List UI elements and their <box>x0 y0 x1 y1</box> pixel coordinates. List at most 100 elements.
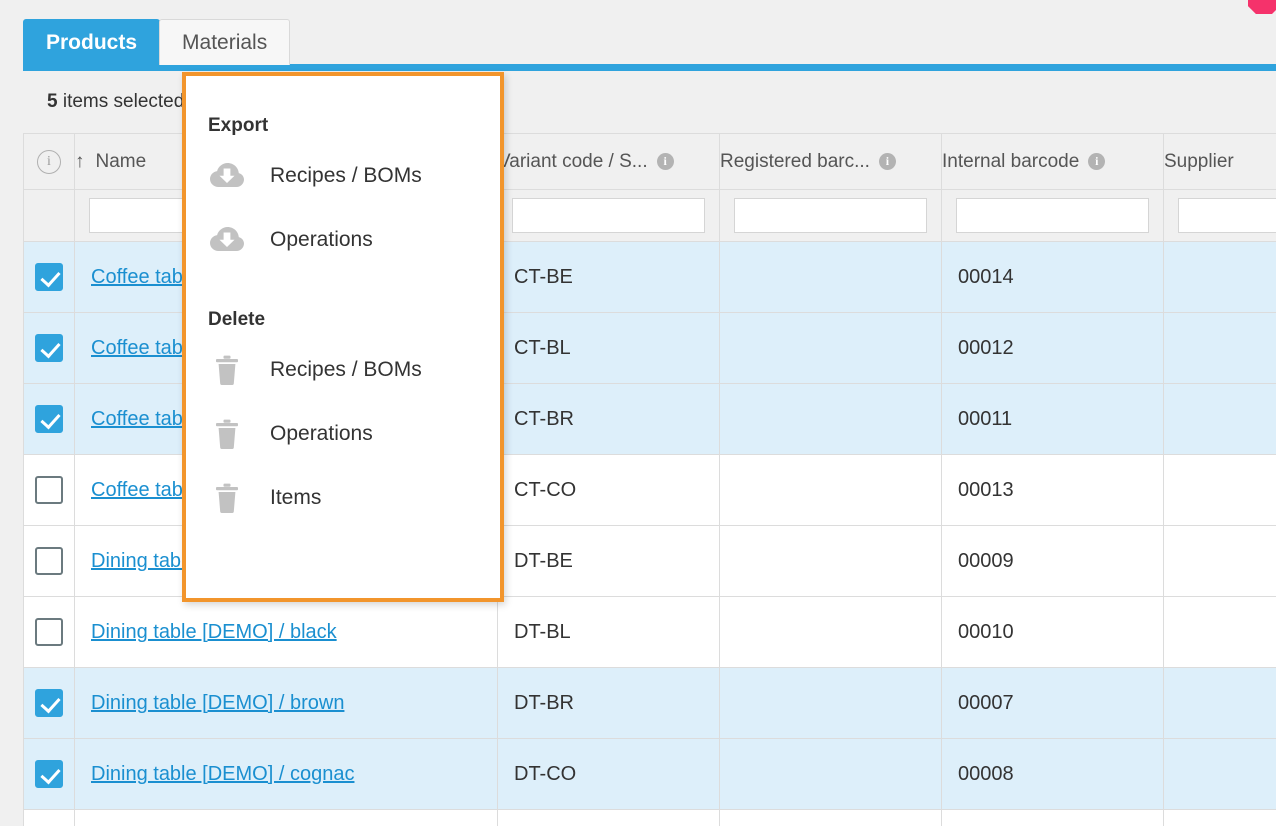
cell-supplier <box>1163 738 1276 810</box>
info-circle-icon: i <box>37 150 61 174</box>
bulk-actions-menu[interactable]: Export Recipes / BOMs Operations Delete <box>182 72 504 602</box>
cell-supplier <box>1163 667 1276 739</box>
column-header-supplier[interactable]: Supplier <box>1163 133 1276 190</box>
row-select-cell[interactable] <box>23 241 75 313</box>
column-header-registered-barcode[interactable]: Registered barc... i <box>719 133 942 190</box>
menu-item-export-operations[interactable]: Operations <box>186 208 500 272</box>
filter-cell-internal-barcode <box>941 189 1164 242</box>
menu-section-gap <box>186 272 500 302</box>
menu-item-delete-items[interactable]: Items <box>186 466 500 530</box>
column-header-internal-barcode-label: Internal barcode <box>942 150 1080 172</box>
row-select-cell[interactable] <box>23 667 75 739</box>
cell-supplier <box>1163 383 1276 455</box>
info-icon[interactable]: i <box>656 153 674 170</box>
row-select-cell[interactable] <box>23 809 75 826</box>
corner-ribbon <box>1248 0 1276 14</box>
trash-icon <box>208 417 246 451</box>
cell-registered-barcode <box>719 667 942 739</box>
cell-internal-barcode: 00012 <box>941 312 1164 384</box>
cell-variant-code: CT-BL <box>497 312 720 384</box>
menu-item-label: Items <box>270 486 322 509</box>
tab-products[interactable]: Products <box>23 19 161 65</box>
row-checkbox[interactable] <box>35 547 63 575</box>
cell-registered-barcode <box>719 809 942 826</box>
cell-variant-code: CT-BR <box>497 383 720 455</box>
menu-item-delete-recipes-boms[interactable]: Recipes / BOMs <box>186 338 500 402</box>
column-header-supplier-label: Supplier <box>1164 150 1234 172</box>
cell-internal-barcode: 00014 <box>941 241 1164 313</box>
filter-input-supplier[interactable] <box>1178 198 1276 233</box>
selected-label: items selected <box>57 91 185 112</box>
table-row[interactable]: Dining table [DEMO] / black DT-BL 00010 <box>23 596 1276 668</box>
selection-summary: 5 items selected <box>47 91 184 113</box>
column-header-name-label: Name <box>95 150 147 172</box>
row-select-cell[interactable] <box>23 312 75 384</box>
column-header-registered-barcode-label: Registered barc... <box>720 150 870 172</box>
cell-variant-code: DT-BR <box>497 667 720 739</box>
menu-item-label: Recipes / BOMs <box>270 164 422 187</box>
row-checkbox[interactable] <box>35 618 63 646</box>
row-checkbox[interactable] <box>35 760 63 788</box>
cell-supplier <box>1163 525 1276 597</box>
menu-item-export-recipes-boms[interactable]: Recipes / BOMs <box>186 144 500 208</box>
column-header-variant-code[interactable]: Variant code / S... i <box>497 133 720 190</box>
cell-registered-barcode <box>719 241 942 313</box>
cell-variant-code: DT-BL <box>497 596 720 668</box>
info-icon[interactable]: i <box>1088 153 1106 170</box>
row-select-cell[interactable] <box>23 454 75 526</box>
selected-count: 5 <box>47 91 58 112</box>
table-row[interactable] <box>23 809 1276 826</box>
cell-internal-barcode: 00010 <box>941 596 1164 668</box>
row-select-cell[interactable] <box>23 525 75 597</box>
row-checkbox[interactable] <box>35 405 63 433</box>
cell-supplier <box>1163 312 1276 384</box>
cell-internal-barcode <box>941 809 1164 826</box>
item-name-link[interactable]: Dining table [DEMO] / cognac <box>91 763 354 785</box>
cell-name <box>74 809 498 826</box>
filter-input-variant[interactable] <box>512 198 705 233</box>
cell-variant-code: CT-BE <box>497 241 720 313</box>
filter-input-internal-barcode[interactable] <box>956 198 1149 233</box>
info-icon[interactable]: i <box>878 153 896 170</box>
row-select-cell[interactable] <box>23 383 75 455</box>
cell-variant-code: CT-CO <box>497 454 720 526</box>
column-header-internal-barcode[interactable]: Internal barcode i <box>941 133 1164 190</box>
tab-materials-label: Materials <box>182 31 268 54</box>
tab-underline <box>23 64 1276 71</box>
cell-variant-code: DT-BE <box>497 525 720 597</box>
row-select-cell[interactable] <box>23 596 75 668</box>
row-checkbox[interactable] <box>35 263 63 291</box>
cell-supplier <box>1163 596 1276 668</box>
menu-section-title-delete: Delete <box>208 309 266 330</box>
table-row[interactable]: Dining table [DEMO] / cognac DT-CO 00008 <box>23 738 1276 810</box>
cell-supplier <box>1163 454 1276 526</box>
row-checkbox[interactable] <box>35 334 63 362</box>
cell-internal-barcode: 00013 <box>941 454 1164 526</box>
item-name-link[interactable]: Dining table [DEMO] / black <box>91 621 337 643</box>
row-checkbox[interactable] <box>35 476 63 504</box>
trash-icon <box>208 481 246 515</box>
tab-materials[interactable]: Materials <box>159 19 291 65</box>
cell-registered-barcode <box>719 596 942 668</box>
cell-registered-barcode <box>719 525 942 597</box>
filter-cell-registered-barcode <box>719 189 942 242</box>
column-header-variant-code-label: Variant code / S... <box>498 150 648 172</box>
app-root: Products Materials 5 items selected i ↑ … <box>0 0 1276 826</box>
column-header-info[interactable]: i <box>23 133 75 190</box>
row-checkbox[interactable] <box>35 689 63 717</box>
cloud-download-icon <box>208 159 246 193</box>
cell-internal-barcode: 00008 <box>941 738 1164 810</box>
cell-registered-barcode <box>719 383 942 455</box>
trash-icon <box>208 353 246 387</box>
table-row[interactable]: Dining table [DEMO] / brown DT-BR 00007 <box>23 667 1276 739</box>
row-select-cell[interactable] <box>23 738 75 810</box>
sort-ascending-icon: ↑ <box>75 150 85 172</box>
cell-registered-barcode <box>719 454 942 526</box>
cell-supplier <box>1163 241 1276 313</box>
item-name-link[interactable]: Dining table [DEMO] / brown <box>91 692 344 714</box>
menu-item-label: Recipes / BOMs <box>270 358 422 381</box>
cell-internal-barcode: 00007 <box>941 667 1164 739</box>
cell-name: Dining table [DEMO] / cognac <box>74 738 498 810</box>
filter-input-registered-barcode[interactable] <box>734 198 927 233</box>
menu-item-delete-operations[interactable]: Operations <box>186 402 500 466</box>
